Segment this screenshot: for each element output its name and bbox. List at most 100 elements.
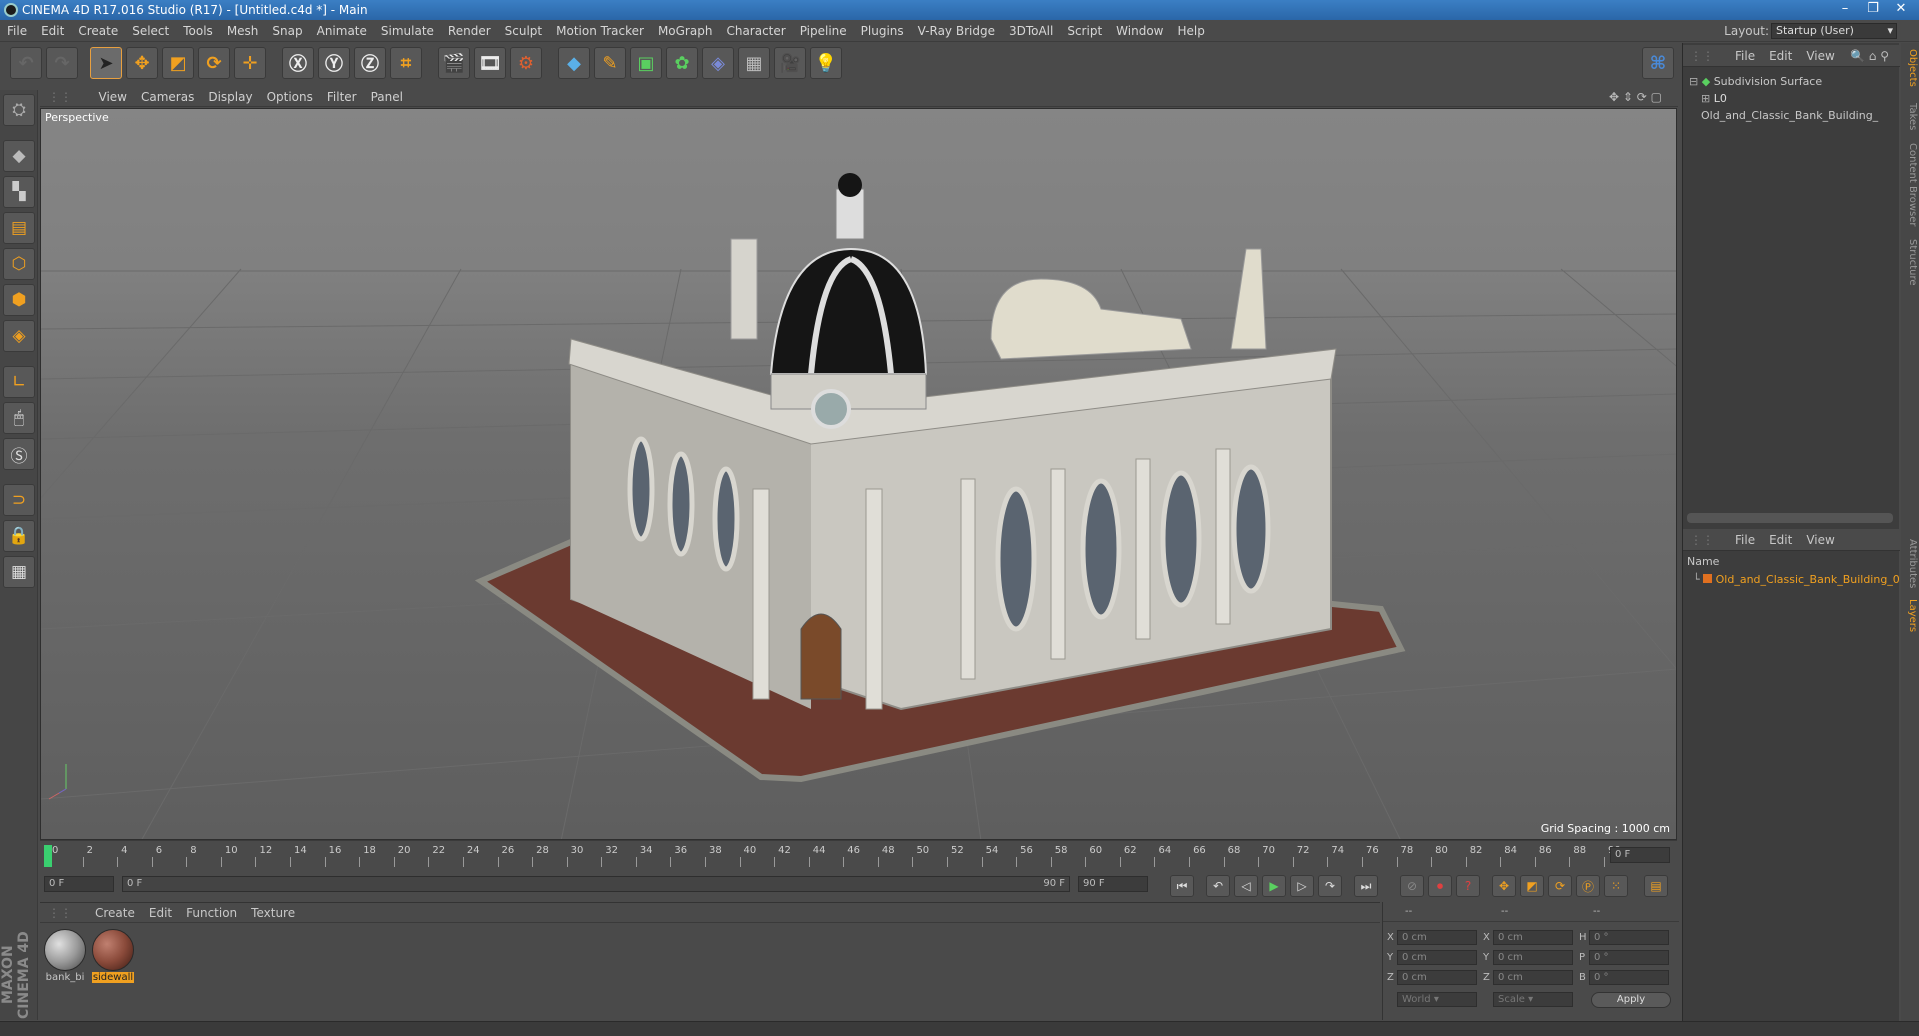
make-editable-icon[interactable]: ⛭	[3, 94, 35, 126]
objects-menu-view[interactable]: View	[1799, 45, 1841, 67]
record-keys-icon[interactable]: ⏺	[1428, 875, 1452, 897]
minimize-icon[interactable]: –	[1831, 0, 1859, 18]
coordinate-system-icon[interactable]: ⌗	[390, 47, 422, 79]
material-swatch[interactable]: bank_bi	[44, 929, 86, 983]
menu-select[interactable]: Select	[125, 20, 176, 42]
workplane-icon[interactable]: ▤	[3, 212, 35, 244]
playhead-marker[interactable]	[44, 845, 52, 867]
maximize-icon[interactable]: ❐	[1859, 0, 1887, 18]
layout-select[interactable]: Startup (User) ▾	[1771, 23, 1897, 39]
cloner-icon[interactable]: ✿	[666, 47, 698, 79]
objects-menu-file[interactable]: File	[1728, 45, 1762, 67]
prev-key-icon[interactable]: ↶	[1206, 875, 1230, 897]
menu-tools[interactable]: Tools	[176, 20, 220, 42]
start-frame-field[interactable]: 0 F	[44, 876, 114, 892]
tree-item-bank-building[interactable]: ⊞ L0 Old_and_Classic_Bank_Building_	[1689, 90, 1899, 124]
lock-workplane-icon[interactable]: 🔒	[3, 520, 35, 552]
material-menu-texture[interactable]: Texture	[244, 903, 302, 923]
go-to-end-icon[interactable]: ⏭	[1354, 875, 1378, 897]
size-x-field[interactable]: 0 cm	[1493, 930, 1573, 945]
key-scale-icon[interactable]: ◩	[1520, 875, 1544, 897]
menu-script[interactable]: Script	[1060, 20, 1109, 42]
menu-file[interactable]: File	[0, 20, 34, 42]
menu-pipeline[interactable]: Pipeline	[793, 20, 854, 42]
layers-menu-view[interactable]: View	[1799, 529, 1841, 551]
menu-v-ray-bridge[interactable]: V-Ray Bridge	[911, 20, 1002, 42]
size-y-field[interactable]: 0 cm	[1493, 950, 1573, 965]
subdivision-surface-icon[interactable]: ▣	[630, 47, 662, 79]
current-frame-field[interactable]: 0 F	[1610, 847, 1670, 863]
tab-layers[interactable]: Layers	[1902, 599, 1918, 632]
viewport-menu-panel[interactable]: Panel	[364, 88, 410, 107]
frame-range-slider[interactable]: 0 F 90 F	[122, 876, 1070, 892]
menu-mesh[interactable]: Mesh	[220, 20, 266, 42]
menu-motion-tracker[interactable]: Motion Tracker	[549, 20, 651, 42]
layers-menu-edit[interactable]: Edit	[1762, 529, 1799, 551]
snapping-icon[interactable]: Ⓢ	[3, 438, 35, 470]
menu-sculpt[interactable]: Sculpt	[498, 20, 549, 42]
floor-icon[interactable]: ▦	[738, 47, 770, 79]
rotation-h-field[interactable]: 0 °	[1589, 930, 1669, 945]
coordinate-mode-select[interactable]: World ▾	[1397, 992, 1477, 1007]
motion-record-icon[interactable]: ⊘	[1400, 875, 1424, 897]
y-axis-lock-icon[interactable]: Ⓨ	[318, 47, 350, 79]
go-to-start-icon[interactable]: ⏮	[1170, 875, 1194, 897]
menu-edit[interactable]: Edit	[34, 20, 71, 42]
light-icon[interactable]: 💡	[810, 47, 842, 79]
viewport-menu-cameras[interactable]: Cameras	[134, 88, 201, 107]
scale-tool-icon[interactable]: ◩	[162, 47, 194, 79]
viewport-menu-display[interactable]: Display	[201, 88, 259, 107]
select-tool-icon[interactable]: ➤	[90, 47, 122, 79]
move-tool-icon[interactable]: ✥	[126, 47, 158, 79]
tab-attributes[interactable]: Attributes	[1902, 539, 1918, 588]
material-menu-function[interactable]: Function	[179, 903, 244, 923]
timeline-ruler[interactable]: 0 2 4 6 8 10 12 14 16 18 20 22 24 26 28 30 32 34 36 38 40 42 4…	[40, 840, 1677, 870]
transform-tool-icon[interactable]: ✛	[234, 47, 266, 79]
size-z-field[interactable]: 0 cm	[1493, 970, 1573, 985]
layers-menu-file[interactable]: File	[1728, 529, 1762, 551]
tab-structure[interactable]: Structure	[1902, 239, 1918, 286]
x-axis-lock-icon[interactable]: Ⓧ	[282, 47, 314, 79]
viewport-menu-view[interactable]: View	[92, 88, 134, 107]
objects-menu-edit[interactable]: Edit	[1762, 45, 1799, 67]
menu-3dtoall[interactable]: 3DToAll	[1002, 20, 1060, 42]
viewport-menu-options[interactable]: Options	[260, 88, 320, 107]
render-settings-icon[interactable]: ⚙	[510, 47, 542, 79]
timeline-window-icon[interactable]: ▤	[1644, 875, 1668, 897]
render-picture-viewer-icon[interactable]: 🎞	[474, 47, 506, 79]
menu-snap[interactable]: Snap	[265, 20, 309, 42]
menu-window[interactable]: Window	[1109, 20, 1170, 42]
apply-button[interactable]: Apply	[1591, 992, 1671, 1008]
polygons-mode-icon[interactable]: ◈	[3, 320, 35, 352]
menu-animate[interactable]: Animate	[310, 20, 374, 42]
redo-icon[interactable]: ↷	[46, 47, 78, 79]
planar-workplane-icon[interactable]: ▦	[3, 556, 35, 588]
step-back-icon[interactable]: ◁	[1234, 875, 1258, 897]
camera-icon[interactable]: 🎥	[774, 47, 806, 79]
z-axis-lock-icon[interactable]: Ⓩ	[354, 47, 386, 79]
horizontal-scrollbar[interactable]	[1687, 513, 1893, 523]
menu-simulate[interactable]: Simulate	[374, 20, 441, 42]
tab-content-browser[interactable]: Content Browser	[1902, 143, 1918, 226]
size-mode-select[interactable]: Scale ▾	[1493, 992, 1573, 1007]
texture-mode-icon[interactable]: ▚	[3, 176, 35, 208]
render-view-icon[interactable]: 🎬	[438, 47, 470, 79]
auto-key-icon[interactable]: ?	[1456, 875, 1480, 897]
menu-create[interactable]: Create	[71, 20, 125, 42]
play-icon[interactable]: ▶	[1262, 875, 1286, 897]
spline-pen-icon[interactable]: ✎	[594, 47, 626, 79]
key-position-icon[interactable]: ✥	[1492, 875, 1516, 897]
position-y-field[interactable]: 0 cm	[1397, 950, 1477, 965]
menu-plugins[interactable]: Plugins	[854, 20, 911, 42]
material-menu-create[interactable]: Create	[88, 903, 142, 923]
position-z-field[interactable]: 0 cm	[1397, 970, 1477, 985]
tree-item-subdivision[interactable]: ⊟ ◆ Subdivision Surface	[1689, 73, 1899, 90]
key-rotation-icon[interactable]: ⟳	[1548, 875, 1572, 897]
end-frame-field[interactable]: 90 F	[1078, 876, 1148, 892]
menu-character[interactable]: Character	[719, 20, 792, 42]
python-icon[interactable]: ⌘	[1642, 47, 1674, 79]
points-mode-icon[interactable]: ⬡	[3, 248, 35, 280]
close-icon[interactable]: ✕	[1887, 0, 1915, 18]
cube-primitive-icon[interactable]: ◆	[558, 47, 590, 79]
model-mode-icon[interactable]: ◆	[3, 140, 35, 172]
